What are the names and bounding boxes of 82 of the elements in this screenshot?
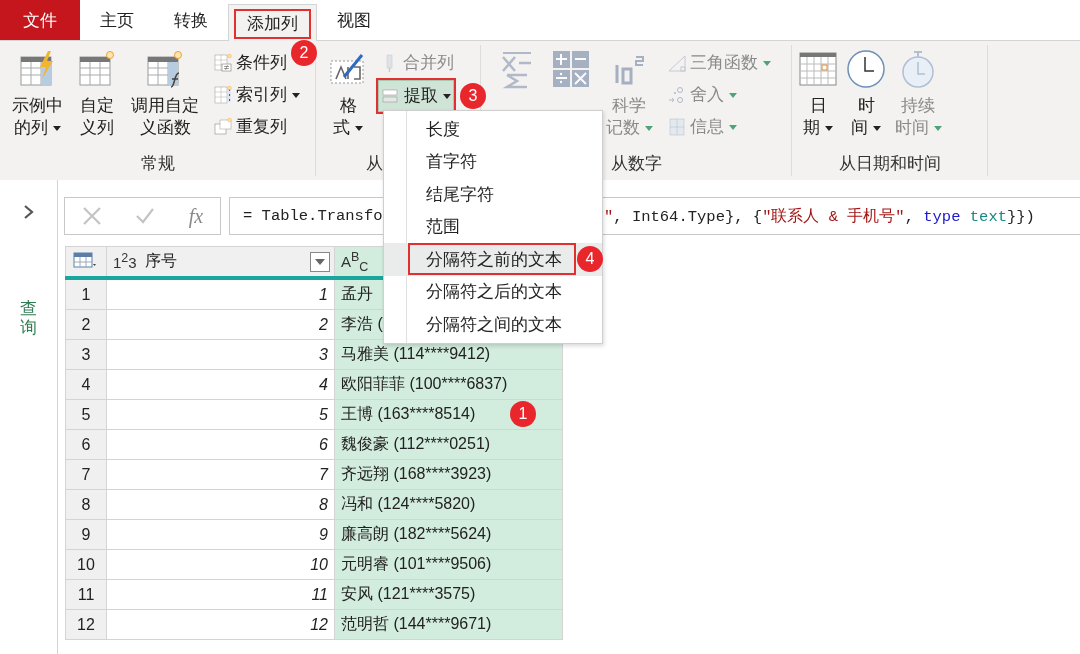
- queries-pane-label[interactable]: 查询: [20, 300, 37, 338]
- caret-icon: [315, 259, 325, 265]
- column-header[interactable]: 1$^{2}$3 序号: [113, 250, 177, 272]
- row-number: 11: [65, 579, 107, 610]
- table-cell: 王博 (163****8514) 1: [334, 399, 563, 430]
- table-cell: 2: [106, 309, 335, 340]
- ribbon-button[interactable]: 日期: [796, 45, 840, 139]
- table-cell: 11: [106, 579, 335, 610]
- menu-tab[interactable]: 添加列: [228, 4, 317, 41]
- menu-item[interactable]: 长度: [384, 113, 602, 146]
- formula-text: ", Int64.Type}, {"联系人 & 手机号", type text}}): [604, 206, 1036, 227]
- callout-badge: 1: [510, 401, 536, 427]
- ribbon-button[interactable]: 调用自定义函数: [129, 45, 201, 139]
- menu-tab[interactable]: 视图: [317, 0, 391, 40]
- table-cell: 齐远翔 (168****3923): [334, 459, 563, 490]
- ribbon-button[interactable]: 时间: [844, 45, 888, 139]
- group-label: 从数字: [610, 152, 662, 175]
- conditional-column-icon: [213, 53, 233, 73]
- caret-icon[interactable]: [292, 93, 300, 98]
- table-cell: 9: [106, 519, 335, 550]
- table-cell: 5: [106, 399, 335, 430]
- ribbon-button[interactable]: 示例中的列: [10, 45, 65, 139]
- ribbon-button[interactable]: 重复列: [211, 112, 289, 142]
- duplicate-column-icon: [213, 117, 233, 137]
- filter-dropdown-button[interactable]: [310, 252, 330, 272]
- group-label: 从日期和时间: [838, 152, 941, 175]
- table-cell: 魏俊豪 (112****0251): [334, 429, 563, 460]
- row-number: 3: [65, 339, 107, 370]
- menu-item[interactable]: 首字符: [384, 145, 602, 178]
- row-number: 12: [65, 609, 107, 640]
- row-number: 1: [65, 278, 107, 310]
- callout-badge: 4: [577, 246, 603, 272]
- row-number: 10: [65, 549, 107, 580]
- triangle-icon: [667, 53, 687, 73]
- table-cell: 7: [106, 459, 335, 490]
- row-number: 8: [65, 489, 107, 520]
- formula-text: = Table.Transfo: [243, 207, 384, 225]
- ribbon-button[interactable]: 索引列: [211, 80, 302, 110]
- row-number: 5: [65, 399, 107, 430]
- row-number: 4: [65, 369, 107, 400]
- menu-item[interactable]: 分隔符之前的文本 4: [384, 243, 602, 276]
- checkmark-icon[interactable]: [135, 207, 156, 225]
- table-cell: 1: [106, 278, 335, 310]
- table-cell: 8: [106, 489, 335, 520]
- row-number: 9: [65, 519, 107, 550]
- table-cell: 廉高朗 (182****5624): [334, 519, 563, 550]
- table-cell: 4: [106, 369, 335, 400]
- chevron-right-icon[interactable]: [22, 204, 35, 220]
- menu-tab[interactable]: 转换: [154, 0, 228, 40]
- caret-icon[interactable]: [443, 94, 451, 99]
- table-cell: 10: [106, 549, 335, 580]
- table-cell: 范明哲 (144****9671): [334, 609, 563, 640]
- index-column-icon: [213, 85, 233, 105]
- insert-function-button[interactable]: fx: [188, 204, 204, 228]
- ribbon-button[interactable]: 自定义列: [75, 45, 119, 139]
- type-label: 1$^{2}$3: [113, 251, 137, 272]
- caret-icon[interactable]: [825, 126, 833, 131]
- table-cell: 元明睿 (101****9506): [334, 549, 563, 580]
- table-cell: 冯和 (124****5820): [334, 489, 563, 520]
- table-cell: 欧阳菲菲 (100****6837): [334, 369, 563, 400]
- callout-badge: 3: [460, 83, 486, 109]
- info-grid-icon: [667, 117, 687, 137]
- column-title: 序号: [144, 250, 177, 271]
- ribbon-button[interactable]: 提取: [378, 80, 454, 112]
- table-menu-icon[interactable]: [73, 250, 99, 269]
- group-label: 常规: [140, 152, 175, 175]
- caret-icon[interactable]: [53, 126, 61, 131]
- table-cell: 6: [106, 429, 335, 460]
- extract-text-icon: [381, 86, 401, 106]
- table-cell: 12: [106, 609, 335, 640]
- table-cell: 3: [106, 339, 335, 370]
- caret-icon[interactable]: [873, 126, 881, 131]
- row-number: 2: [65, 309, 107, 340]
- ribbon-button[interactable]: 条件列: [211, 48, 289, 78]
- caret-icon[interactable]: [355, 126, 363, 131]
- table-cell: 安风 (121****3575): [334, 579, 563, 610]
- menu-tab[interactable]: 文件: [0, 0, 80, 40]
- menu-tab[interactable]: 主页: [80, 0, 154, 40]
- row-number: 6: [65, 429, 107, 460]
- row-number: 7: [65, 459, 107, 490]
- ribbon-button[interactable]: 格式: [326, 45, 370, 139]
- group-label: 从: [366, 152, 383, 175]
